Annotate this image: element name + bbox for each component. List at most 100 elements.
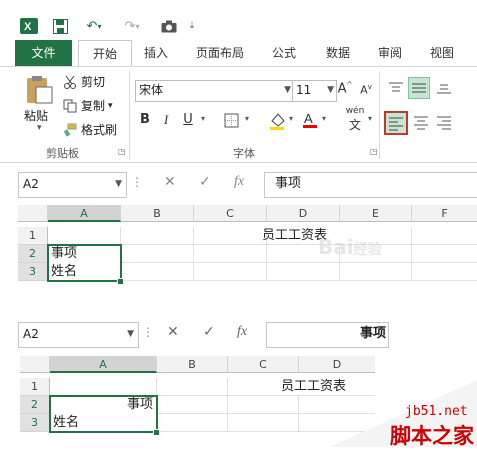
tab-data[interactable]: 数据 [318,40,358,66]
fill-color-dropdown-icon[interactable]: ▾ [289,114,293,123]
cut-button[interactable]: 剪切 [63,73,105,90]
align-top-icon[interactable] [388,81,404,95]
copy-button[interactable]: 复制 ▾ [63,97,113,114]
cell-c3[interactable] [194,263,267,281]
column-header-f[interactable]: F [412,205,477,222]
cell-c1[interactable] [194,227,267,245]
row-header-3[interactable]: 3 [18,263,48,281]
underline-dropdown-icon[interactable]: ▾ [201,114,205,123]
align-center-icon[interactable] [413,114,429,130]
select-all-corner[interactable] [18,205,48,222]
row-header-2-2[interactable]: 2 [20,396,50,414]
cell-c2-2[interactable] [228,396,299,414]
redo-icon[interactable]: ↷ ▾ [118,17,146,35]
cell-c2[interactable] [194,245,267,263]
phonetic-dropdown-icon[interactable]: ▾ [368,114,372,123]
formula-input-2[interactable]: 事项 [266,322,389,348]
row-header-1[interactable]: 1 [18,227,48,245]
cell-e3[interactable] [340,263,412,281]
tab-page-layout[interactable]: 页面布局 [188,40,252,66]
cell-b2-2[interactable] [157,396,228,414]
cancel-icon-2[interactable]: ✕ [167,324,179,340]
cell-b3[interactable] [121,263,194,281]
cell-f2[interactable] [412,245,477,263]
align-right-icon[interactable] [436,114,452,130]
font-color-icon[interactable]: A [302,110,318,130]
paste-dropdown-icon[interactable]: ▾ [37,123,42,133]
row-header-2[interactable]: 2 [18,245,48,263]
cell-d3[interactable] [267,263,340,281]
underline-button[interactable]: U [181,112,195,127]
save-icon[interactable] [50,17,70,35]
copy-dropdown-icon[interactable]: ▾ [108,101,113,111]
paste-icon[interactable] [24,75,54,105]
select-all-corner-2[interactable] [20,356,50,373]
row-header-3-2[interactable]: 3 [20,414,50,432]
tab-file[interactable]: 文件 [15,40,72,66]
customize-qat-icon[interactable]: ⇣ [185,17,199,35]
font-color-dropdown-icon[interactable]: ▾ [322,114,326,123]
column-header-c-2[interactable]: C [228,356,299,373]
font-launcher-icon[interactable]: ◳ [370,147,378,156]
font-size-combo[interactable]: 11 ▼ [292,80,337,102]
font-name-combo[interactable]: 宋体 ▼ [135,80,294,102]
enter-icon-2[interactable]: ✓ [203,324,215,340]
fill-color-icon[interactable] [268,111,286,131]
bold-button[interactable]: B [138,112,152,127]
enter-icon[interactable]: ✓ [199,174,211,190]
column-header-c[interactable]: C [194,205,267,222]
italic-button[interactable]: I [160,112,172,128]
fill-handle[interactable] [117,278,124,285]
tab-view[interactable]: 视图 [422,40,462,66]
paste-button[interactable]: 粘贴 [24,107,48,124]
clipboard-launcher-icon[interactable]: ◳ [118,147,126,156]
increase-font-button[interactable]: A^ [337,81,353,96]
tab-formulas[interactable]: 公式 [264,40,304,66]
insert-function-icon[interactable]: fx [234,174,244,190]
fill-handle-2[interactable] [153,429,160,436]
formula-input[interactable]: 事项 [264,172,477,198]
svg-text:A: A [304,111,313,126]
column-header-b[interactable]: B [121,205,194,222]
tab-insert[interactable]: 插入 [136,40,176,66]
column-header-d[interactable]: D [267,205,340,222]
align-bottom-icon[interactable] [436,81,452,95]
brush-icon [63,123,77,137]
cell-c3-2[interactable] [228,414,299,432]
cell-b3-2[interactable] [157,414,228,432]
undo-icon[interactable]: ↶ ▾ [80,17,108,35]
clipboard-group-label: 剪贴板 [46,147,79,160]
column-header-a[interactable]: A [48,205,121,222]
cell-f1[interactable] [412,227,477,245]
format-painter-button[interactable]: 格式刷 [63,121,117,138]
cell-b2[interactable] [121,245,194,263]
cell-a1-2[interactable] [50,378,157,396]
camera-icon[interactable] [158,17,180,35]
borders-dropdown-icon[interactable]: ▾ [245,114,249,123]
name-box-2[interactable]: A2 ▼ [18,322,139,348]
align-middle-icon[interactable] [408,77,430,99]
tab-home[interactable]: 开始 [78,40,132,67]
decrease-font-button[interactable]: Av [359,83,373,97]
insert-function-icon-2[interactable]: fx [237,324,247,340]
cancel-icon[interactable]: ✕ [164,174,176,190]
phonetic-pinyin: wén [345,106,365,116]
align-left-icon[interactable] [384,111,408,135]
borders-icon[interactable] [224,113,240,129]
name-box[interactable]: A2 ▼ [18,172,127,198]
font-size-value: 11 [296,83,312,97]
column-header-b-2[interactable]: B [157,356,228,373]
cell-b1-2[interactable] [157,378,228,396]
phonetic-button[interactable]: wén 文 [343,106,367,132]
chevron-down-icon: ▼ [127,329,134,339]
row-header-1-2[interactable]: 1 [20,378,50,396]
cell-f3[interactable] [412,263,477,281]
cell-a1[interactable] [48,227,121,245]
copy-label: 复制 [81,99,106,113]
column-header-d-2[interactable]: D [299,356,375,373]
cell-b1[interactable] [121,227,194,245]
copy-icon [63,99,77,113]
column-header-a-2[interactable]: A [50,356,157,373]
tab-review[interactable]: 审阅 [370,40,410,66]
column-header-e[interactable]: E [340,205,412,222]
